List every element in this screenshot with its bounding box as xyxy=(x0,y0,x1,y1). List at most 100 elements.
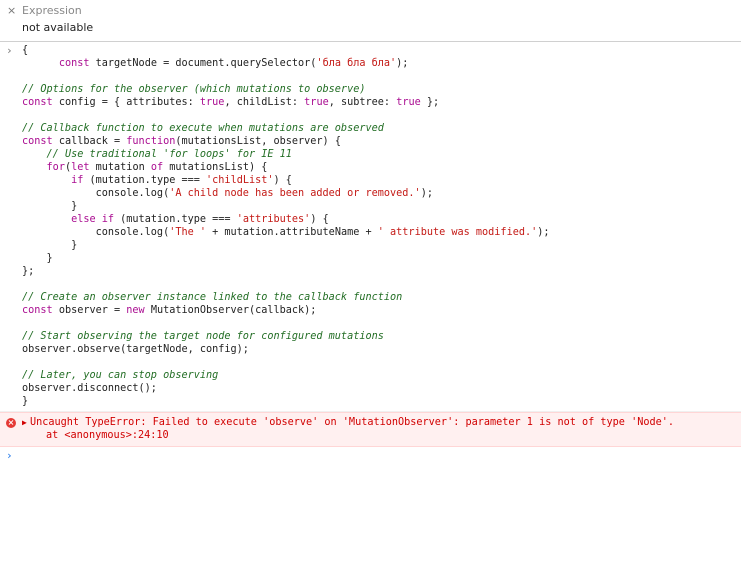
code-line: const observer = new MutationObserver(ca… xyxy=(0,304,741,317)
code-token: of xyxy=(150,162,170,173)
code-token: observer.disconnect(); xyxy=(22,383,157,394)
error-icon: × xyxy=(6,418,16,428)
code-line: const config = { attributes: true, child… xyxy=(0,96,741,109)
code-line: } xyxy=(0,239,741,252)
code-line: console.log('A child node has been added… xyxy=(0,187,741,200)
code-token: // Use traditional 'for loops' for IE 11 xyxy=(46,149,292,160)
code-token: let xyxy=(71,162,96,173)
code-line: { xyxy=(0,44,741,57)
code-block: { const targetNode = document.querySelec… xyxy=(0,44,741,408)
code-token: console.log( xyxy=(22,188,170,199)
code-line xyxy=(0,70,741,83)
code-token: // Later, you can stop observing xyxy=(22,370,219,381)
code-token: 'бла бла бла' xyxy=(316,58,397,69)
code-token: , childList: xyxy=(224,97,305,108)
code-line xyxy=(0,356,741,369)
code-token: } xyxy=(22,396,29,407)
code-line: else if (mutation.type === 'attributes')… xyxy=(0,213,741,226)
code-token: } xyxy=(22,240,78,251)
error-stack-line: at <anonymous>:24:10 xyxy=(0,429,741,442)
code-line: // Use traditional 'for loops' for IE 11 xyxy=(0,148,741,161)
code-token: ) { xyxy=(310,214,329,225)
code-token: const xyxy=(58,58,96,69)
code-token: const xyxy=(22,97,59,108)
code-token: }; xyxy=(22,266,35,277)
code-token: MutationObserver(callback); xyxy=(150,305,317,316)
code-token: observer = xyxy=(58,305,127,316)
code-token: else if xyxy=(71,214,121,225)
code-token: true xyxy=(199,97,225,108)
code-token: true xyxy=(304,97,329,108)
code-token: }; xyxy=(420,97,440,108)
code-line: } xyxy=(0,395,741,408)
code-line: console.log('The ' + mutation.attributeN… xyxy=(0,226,741,239)
code-token: for xyxy=(46,162,65,173)
code-line: observer.disconnect(); xyxy=(0,382,741,395)
code-token: observer.observe(targetNode, config); xyxy=(22,344,249,355)
code-line xyxy=(0,278,741,291)
expression-title: Expression xyxy=(22,4,82,17)
code-token: // Create an observer instance linked to… xyxy=(22,292,403,303)
code-token: (mutationsList, observer) { xyxy=(175,136,341,147)
code-token: 'A child node has been added or removed.… xyxy=(169,188,421,199)
code-token: mutationsList) { xyxy=(169,162,268,173)
code-token: targetNode = document.querySelector( xyxy=(95,58,317,69)
code-line: // Options for the observer (which mutat… xyxy=(0,83,741,96)
error-location-link[interactable]: <anonymous>:24:10 xyxy=(64,430,168,441)
code-token: (mutation.type === xyxy=(89,175,207,186)
code-line: // Callback function to execute when mut… xyxy=(0,122,741,135)
code-line: // Later, you can stop observing xyxy=(0,369,741,382)
code-token: const xyxy=(22,305,59,316)
code-token: config = { attributes: xyxy=(58,97,200,108)
code-token: } xyxy=(22,201,78,212)
code-token: ); xyxy=(537,227,550,238)
console-prompt[interactable]: › xyxy=(0,447,741,465)
code-token: new xyxy=(126,305,151,316)
code-token: true xyxy=(396,97,421,108)
code-line: // Start observing the target node for c… xyxy=(0,330,741,343)
prompt-chevron-icon: › xyxy=(6,449,13,462)
code-token: (mutation.type === xyxy=(120,214,237,225)
code-line: for(let mutation of mutationsList) { xyxy=(0,161,741,174)
code-line xyxy=(0,109,741,122)
error-text: Uncaught TypeError: Failed to execute 'o… xyxy=(30,417,675,428)
code-token: { xyxy=(22,45,29,56)
expression-value: not available xyxy=(22,21,94,34)
code-token: // Callback function to execute when mut… xyxy=(22,123,384,134)
input-chevron-icon: › xyxy=(6,44,13,57)
code-token: // Options for the observer (which mutat… xyxy=(22,84,366,95)
expand-triangle-icon[interactable]: ▶ xyxy=(22,418,27,427)
error-message: × ▶ Uncaught TypeError: Failed to execut… xyxy=(0,412,741,447)
close-icon[interactable]: × xyxy=(7,4,16,17)
code-line: if (mutation.type === 'childList') { xyxy=(0,174,741,187)
code-token: const xyxy=(22,136,59,147)
code-line: const targetNode = document.querySelecto… xyxy=(0,57,741,70)
code-line: observer.observe(targetNode, config); xyxy=(0,343,741,356)
code-token: // Start observing the target node for c… xyxy=(22,331,384,342)
console-input-message: › { const targetNode = document.querySel… xyxy=(0,42,741,412)
code-token: function xyxy=(126,136,176,147)
watch-expression-panel: × Expression not available xyxy=(0,0,741,42)
code-token: if xyxy=(71,175,90,186)
code-token: callback = xyxy=(58,136,127,147)
code-token: } xyxy=(22,253,53,264)
code-token: console.log( xyxy=(22,227,170,238)
error-stack-prefix: at xyxy=(46,430,65,441)
code-token: + mutation.attributeName + xyxy=(206,227,378,238)
code-token: ); xyxy=(420,188,433,199)
code-line: } xyxy=(0,200,741,213)
code-token: ) { xyxy=(273,175,292,186)
console-output: › { const targetNode = document.querySel… xyxy=(0,42,741,465)
code-token: 'childList' xyxy=(206,175,274,186)
code-line: // Create an observer instance linked to… xyxy=(0,291,741,304)
code-token: , subtree: xyxy=(328,97,397,108)
